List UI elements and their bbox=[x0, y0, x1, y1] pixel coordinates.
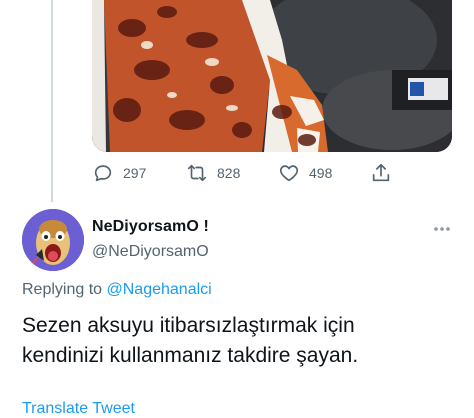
replying-to-line: Replying to @Nagehanalci bbox=[22, 281, 212, 299]
like-count: 498 bbox=[309, 165, 333, 181]
user-handle[interactable]: @NeDiyorsamO bbox=[92, 243, 209, 261]
reply-action[interactable]: 297 bbox=[92, 160, 146, 186]
like-action[interactable]: 498 bbox=[278, 160, 332, 186]
comment-icon bbox=[92, 162, 114, 184]
tweet-media-photo[interactable] bbox=[92, 0, 452, 152]
tweet-text: Sezen aksuyu itibarsızlaştırmak için ken… bbox=[22, 311, 462, 371]
thread-connector-line bbox=[51, 0, 53, 202]
retweet-count: 828 bbox=[217, 165, 241, 181]
replying-to-label: Replying to bbox=[22, 281, 107, 298]
heart-icon bbox=[278, 162, 300, 184]
retweet-icon bbox=[186, 162, 208, 184]
tweet-text-line: kendinizi kullanmanız takdire şayan. bbox=[22, 344, 359, 367]
share-icon bbox=[370, 162, 392, 184]
photo-image bbox=[92, 0, 452, 152]
display-name[interactable]: NeDiyorsamO ! bbox=[92, 218, 209, 236]
tweet-actions-bar: 297 828 498 bbox=[92, 160, 392, 186]
translate-tweet-link[interactable]: Translate Tweet bbox=[22, 400, 135, 418]
replying-to-mention[interactable]: @Nagehanalci bbox=[107, 281, 212, 298]
retweet-action[interactable]: 828 bbox=[186, 160, 240, 186]
tweet-text-line: Sezen aksuyu itibarsızlaştırmak için bbox=[22, 314, 355, 337]
more-icon[interactable] bbox=[432, 222, 452, 234]
reply-count: 297 bbox=[123, 165, 147, 181]
avatar[interactable] bbox=[22, 209, 84, 271]
share-action[interactable] bbox=[370, 160, 392, 186]
avatar-image bbox=[22, 209, 84, 271]
